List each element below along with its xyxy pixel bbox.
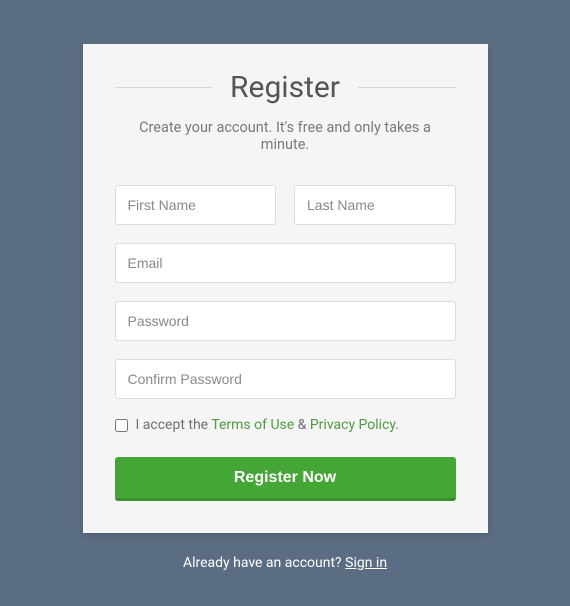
consent-row: I accept the Terms of Use & Privacy Poli… xyxy=(115,417,456,433)
title-row: Register xyxy=(115,70,456,105)
confirm-password-input[interactable] xyxy=(115,359,456,399)
divider-left xyxy=(115,87,213,88)
consent-middle: & xyxy=(294,417,310,433)
page-subtitle: Create your account. It's free and only … xyxy=(115,119,456,153)
page-title: Register xyxy=(212,70,358,105)
consent-checkbox[interactable] xyxy=(115,419,128,432)
register-button[interactable]: Register Now xyxy=(115,457,456,501)
divider-right xyxy=(358,87,456,88)
first-name-input[interactable] xyxy=(115,185,277,225)
consent-prefix: I accept the xyxy=(136,417,212,433)
footer: Already have an account? Sign in xyxy=(183,555,387,571)
terms-link[interactable]: Terms of Use xyxy=(211,417,294,433)
register-card: Register Create your account. It's free … xyxy=(83,44,488,533)
consent-text: I accept the Terms of Use & Privacy Poli… xyxy=(136,417,400,433)
sign-in-link[interactable]: Sign in xyxy=(345,555,387,571)
footer-prompt: Already have an account? xyxy=(183,555,345,571)
privacy-link[interactable]: Privacy Policy xyxy=(310,417,395,433)
email-input[interactable] xyxy=(115,243,456,283)
consent-suffix: . xyxy=(395,417,399,433)
last-name-input[interactable] xyxy=(294,185,456,225)
password-input[interactable] xyxy=(115,301,456,341)
